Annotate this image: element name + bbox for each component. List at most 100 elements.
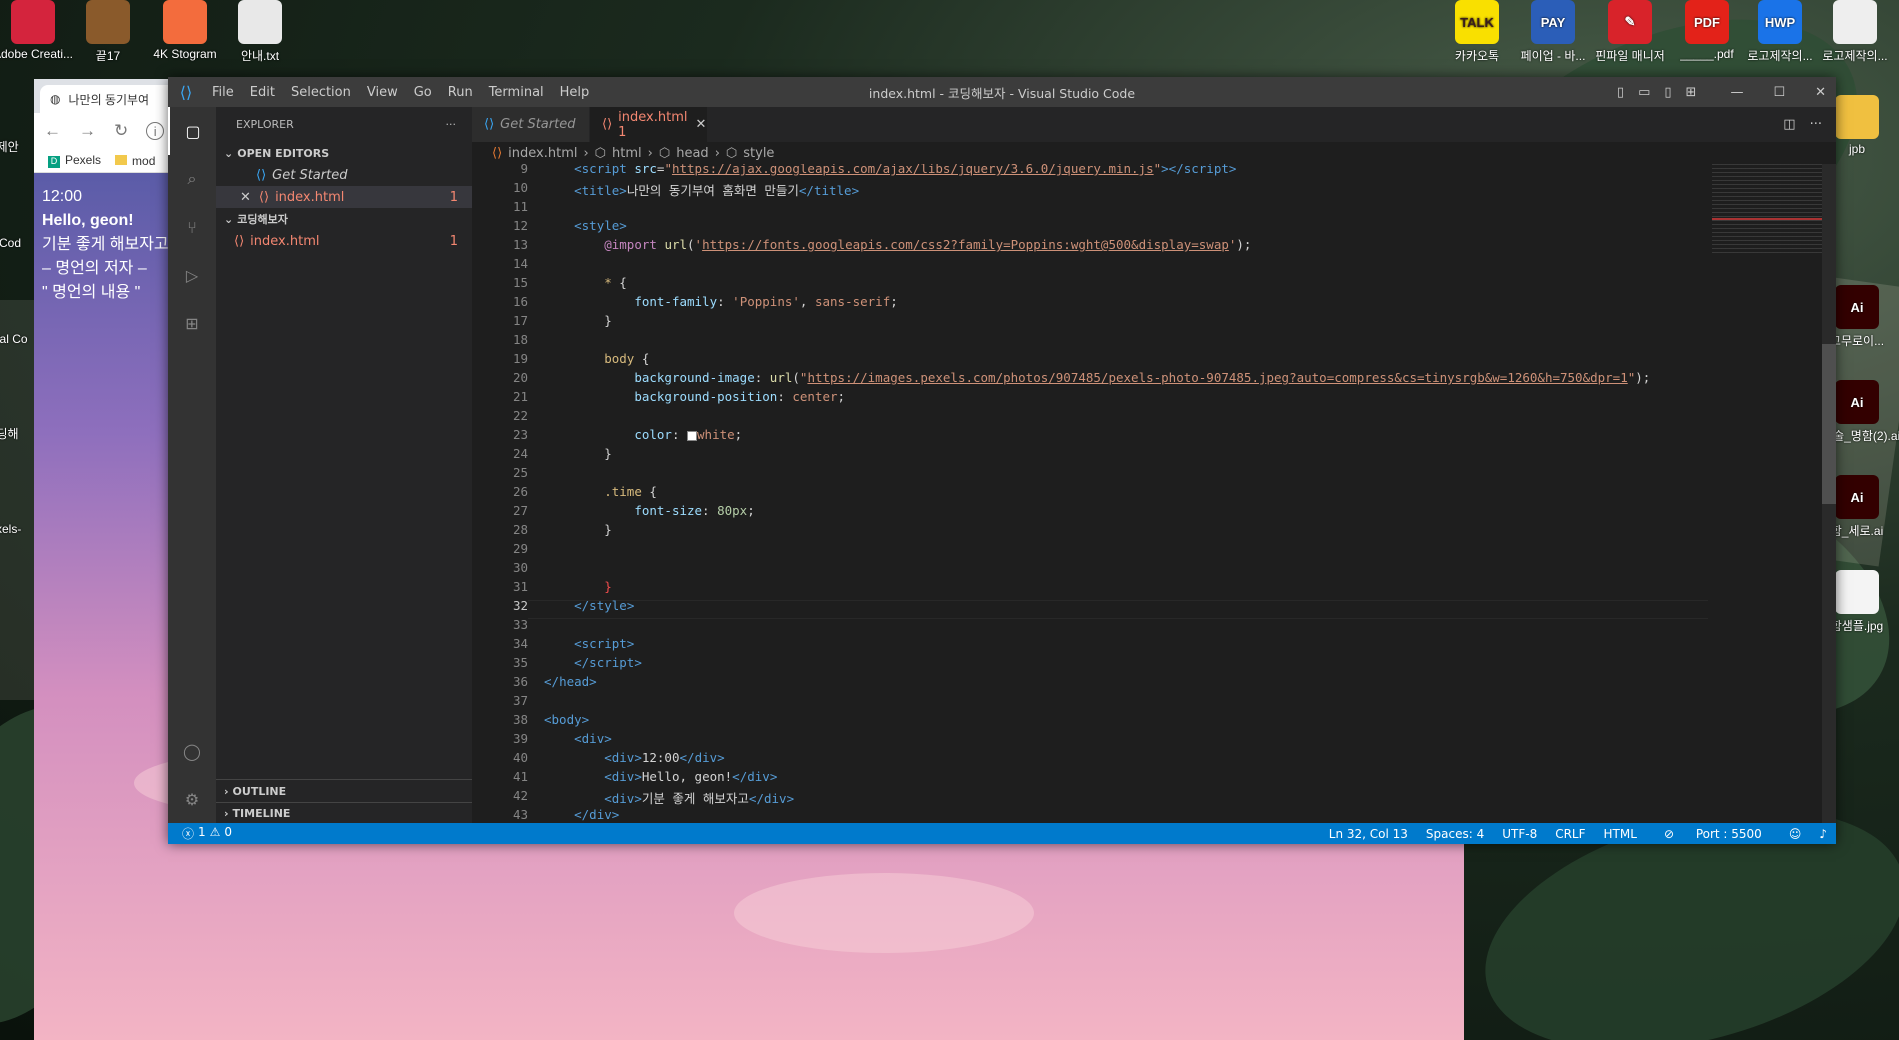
- run-debug-icon[interactable]: ▷: [168, 251, 216, 299]
- code-line[interactable]: </head>: [544, 674, 597, 689]
- settings-gear-icon[interactable]: ⚙: [168, 775, 216, 823]
- code-line[interactable]: <div>기분 좋게 해보자고</div>: [544, 788, 794, 807]
- menu-item-edit[interactable]: Edit: [242, 85, 283, 100]
- desktop-shortcut-icon: [1833, 0, 1877, 44]
- code-line[interactable]: <div>Hello, geon!</div>: [544, 769, 777, 784]
- code-line[interactable]: }: [544, 579, 612, 594]
- bookmark-pexels[interactable]: D Pexels: [48, 153, 101, 168]
- vscode-window[interactable]: ⟨⟩ File Edit Selection View Go Run Terminal Hel…: [168, 77, 1836, 844]
- bookmark-mod[interactable]: mod: [115, 154, 155, 168]
- code-line[interactable]: * {: [544, 275, 627, 290]
- folder-section[interactable]: ⌄ 코딩해보자: [216, 208, 472, 230]
- close-window-icon[interactable]: ✕: [1815, 85, 1826, 100]
- account-icon[interactable]: ◯: [168, 727, 216, 775]
- minimize-icon[interactable]: —: [1730, 85, 1743, 100]
- code-line[interactable]: }: [544, 446, 612, 461]
- code-line[interactable]: </div>: [544, 807, 619, 822]
- code-line[interactable]: <div>: [544, 731, 612, 746]
- extensions-icon[interactable]: ⊞: [168, 299, 216, 347]
- encoding[interactable]: UTF-8: [1493, 827, 1546, 841]
- code-line[interactable]: <div>12:00</div>: [544, 750, 724, 765]
- tab-label: index.html 1: [618, 109, 688, 140]
- error-count: 1: [198, 825, 206, 839]
- menu-item-selection[interactable]: Selection: [283, 85, 359, 100]
- desktop-shortcut-label[interactable]: pexels-: [0, 522, 32, 536]
- minimap[interactable]: [1712, 164, 1822, 823]
- editor-more-actions-icon[interactable]: ···: [1810, 117, 1822, 132]
- open-editor-index-html[interactable]: ✕ ⟨⟩ index.html 1: [216, 186, 472, 208]
- code-line[interactable]: <script>: [544, 636, 634, 651]
- code-line[interactable]: font-family: 'Poppins', sans-serif;: [544, 294, 897, 309]
- vertical-scrollbar[interactable]: [1822, 164, 1836, 823]
- section-label: OUTLINE: [232, 784, 287, 798]
- current-line-highlight: [528, 600, 1708, 619]
- code-line[interactable]: }: [544, 522, 612, 537]
- tab-get-started[interactable]: ⟨⟩ Get Started: [472, 107, 590, 142]
- code-line[interactable]: body {: [544, 351, 649, 366]
- source-control-icon[interactable]: ⑂: [168, 203, 216, 251]
- language-mode[interactable]: HTML: [1595, 827, 1646, 841]
- file-index-html[interactable]: ⟨⟩ index.html 1: [216, 230, 472, 252]
- code-line[interactable]: @import url('https://fonts.googleapis.co…: [544, 237, 1251, 252]
- menu-item-help[interactable]: Help: [552, 85, 598, 100]
- breadcrumb-item[interactable]: html: [612, 146, 642, 161]
- reload-icon[interactable]: ↻: [114, 121, 128, 141]
- back-icon[interactable]: ←: [44, 121, 61, 141]
- code-line[interactable]: </style>: [544, 598, 634, 613]
- notifications-bell-icon[interactable]: ♪: [1810, 827, 1836, 841]
- menu-item-run[interactable]: Run: [440, 85, 481, 100]
- live-server-port[interactable]: ⊘ Port : 5500: [1646, 827, 1780, 841]
- explorer-icon[interactable]: ▢: [168, 107, 216, 155]
- cursor-position[interactable]: Ln 32, Col 13: [1320, 827, 1417, 841]
- outline-section[interactable]: › OUTLINE: [216, 780, 472, 802]
- desktop-shortcut[interactable]: 로고제작의...: [1810, 0, 1899, 64]
- menu-item-file[interactable]: File: [204, 85, 242, 100]
- line-number: 40: [512, 750, 528, 765]
- code-line[interactable]: <style>: [544, 218, 627, 233]
- menu-item-terminal[interactable]: Terminal: [481, 85, 552, 100]
- desktop-shortcut-label[interactable]: Visual Co: [0, 332, 32, 346]
- close-icon[interactable]: ✕: [240, 190, 251, 205]
- info-icon[interactable]: i: [146, 122, 165, 140]
- maximize-icon[interactable]: ☐: [1773, 85, 1785, 100]
- code-editor[interactable]: 9 <script src="https://ajax.googleapis.c…: [472, 164, 1836, 823]
- breadcrumb-item[interactable]: style: [743, 146, 774, 161]
- indentation[interactable]: Spaces: 4: [1417, 827, 1493, 841]
- code-line[interactable]: </script>: [544, 655, 642, 670]
- toggle-panel-icon[interactable]: ▭: [1638, 85, 1650, 100]
- line-ending[interactable]: CRLF: [1546, 827, 1594, 841]
- code-line[interactable]: color: white;: [544, 427, 742, 442]
- toggle-secondary-sidebar-icon[interactable]: ▯: [1664, 85, 1671, 100]
- desktop-shortcut-label[interactable]: BI제안: [0, 138, 32, 155]
- vscode-file-icon: ⟨⟩: [256, 167, 267, 183]
- timeline-section[interactable]: › TIMELINE: [216, 802, 472, 824]
- code-line[interactable]: <script src="https://ajax.googleapis.com…: [544, 164, 1236, 176]
- breadcrumb-item[interactable]: index.html: [508, 146, 577, 161]
- forward-icon[interactable]: →: [79, 121, 96, 141]
- code-line[interactable]: font-size: 80px;: [544, 503, 754, 518]
- code-line[interactable]: background-position: center;: [544, 389, 845, 404]
- problems-indicator[interactable]: ⓧ 1 ⚠ 0: [168, 825, 246, 842]
- desktop-shortcut[interactable]: 안내.txt: [215, 0, 305, 64]
- menu-item-view[interactable]: View: [359, 85, 406, 100]
- customize-layout-icon[interactable]: ⊞: [1686, 85, 1697, 100]
- desktop-shortcut-label[interactable]: 코딩해: [0, 425, 32, 442]
- search-icon[interactable]: ⌕: [168, 155, 216, 203]
- code-line[interactable]: }: [544, 313, 612, 328]
- menu-item-go[interactable]: Go: [406, 85, 440, 100]
- open-editors-section[interactable]: ⌄ OPEN EDITORS: [216, 142, 472, 164]
- code-line[interactable]: background-image: url("https://images.pe…: [544, 370, 1650, 385]
- close-tab-icon[interactable]: ✕: [695, 117, 706, 132]
- code-line[interactable]: <title>나만의 동기부여 홈화면 만들기</title>: [544, 180, 859, 199]
- feedback-icon[interactable]: ☺: [1780, 827, 1811, 841]
- desktop-shortcut-label[interactable]: VSCod: [0, 236, 32, 250]
- code-line[interactable]: <body>: [544, 712, 589, 727]
- more-actions-icon[interactable]: ···: [446, 118, 473, 131]
- code-line[interactable]: .time {: [544, 484, 657, 499]
- split-editor-icon[interactable]: ◫: [1783, 117, 1795, 132]
- open-editor-get-started[interactable]: ⟨⟩ Get Started: [216, 164, 472, 186]
- breadcrumb-item[interactable]: head: [676, 146, 708, 161]
- tab-index-html[interactable]: ⟨⟩ index.html 1 ✕: [590, 107, 708, 142]
- toggle-sidebar-icon[interactable]: ▯: [1617, 85, 1624, 100]
- line-number: 21: [512, 389, 528, 404]
